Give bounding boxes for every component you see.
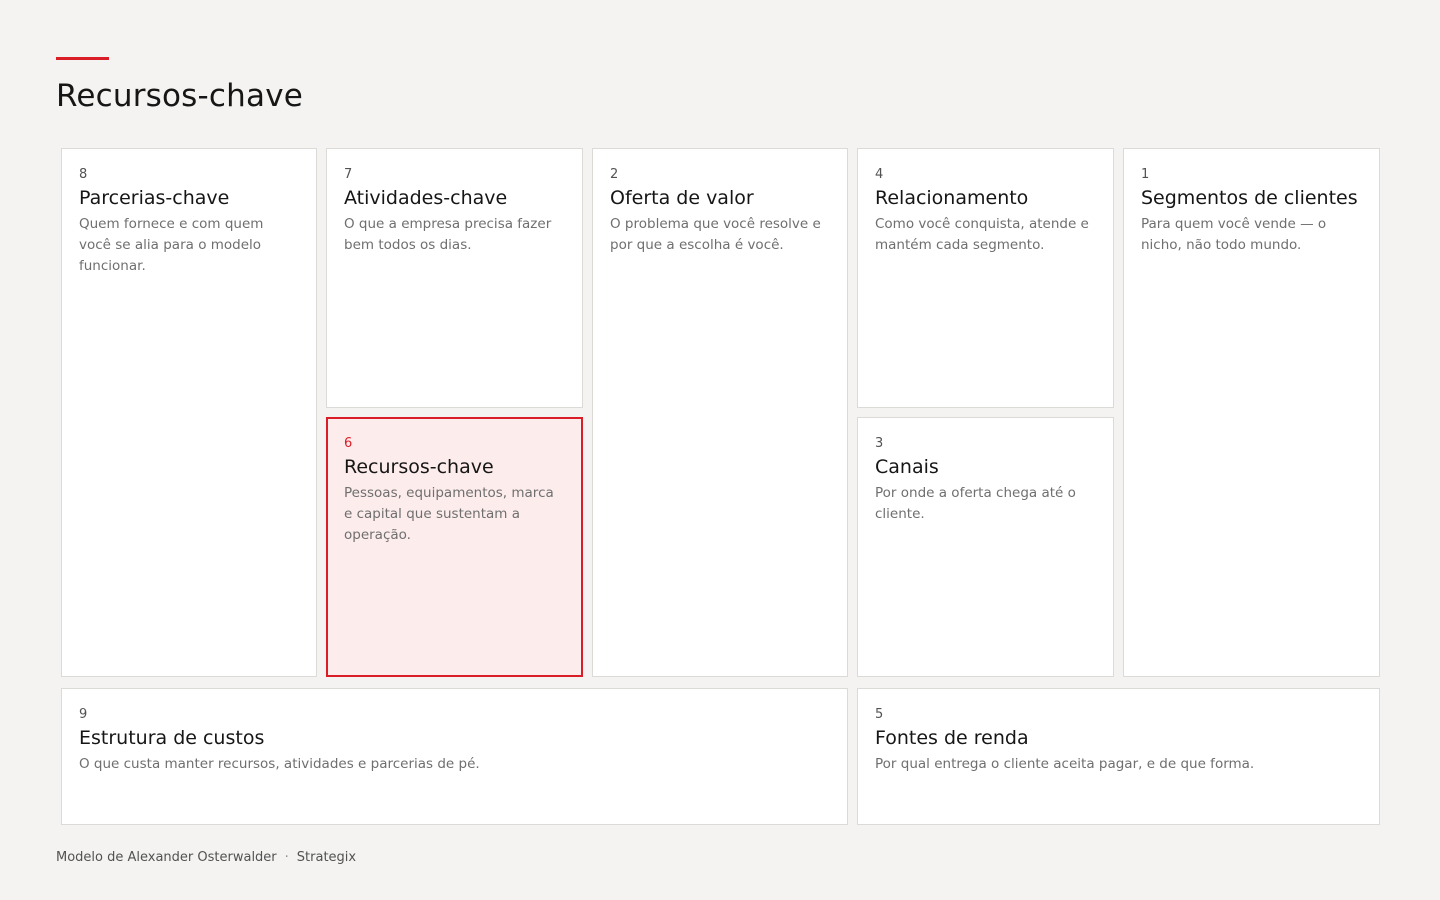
block-description: Por qual entrega o cliente aceita pagar,… xyxy=(875,756,1255,772)
block-title: Parcerias-chave xyxy=(79,187,230,209)
block-description: Como você conquista, atende e mantém cad… xyxy=(875,216,1089,253)
block-number: 7 xyxy=(344,167,353,182)
block-number: 9 xyxy=(79,707,88,722)
title-accent-bar xyxy=(56,57,109,60)
block-number: 8 xyxy=(79,167,88,182)
block-number: 5 xyxy=(875,707,884,722)
block-description: Pessoas, equipamentos, marca e capital q… xyxy=(344,485,554,543)
block-description: Por onde a oferta chega até o cliente. xyxy=(875,485,1076,522)
block-title: Oferta de valor xyxy=(610,187,754,209)
block-number: 6 xyxy=(344,436,353,451)
block-title: Relacionamento xyxy=(875,187,1029,209)
block-cost-structure[interactable]: 9 Estrutura de custos O que custa manter… xyxy=(61,688,848,825)
block-customer-segments[interactable]: 1 Segmentos de clientes Para quem você v… xyxy=(1123,148,1380,677)
footer-separator: · xyxy=(284,850,289,865)
page-title: Recursos-chave xyxy=(56,78,304,114)
block-description: Para quem você vende — o nicho, não todo… xyxy=(1141,216,1327,253)
block-number: 1 xyxy=(1141,167,1150,182)
footer: Modelo de Alexander Osterwalder · Strategi… xyxy=(56,850,356,866)
block-description: O que custa manter recursos, atividades … xyxy=(79,756,480,772)
block-value-proposition[interactable]: 2 Oferta de valor O problema que você re… xyxy=(592,148,848,677)
block-title: Canais xyxy=(875,456,939,478)
business-model-canvas: 8 Parcerias-chave Quem fornece e com que… xyxy=(61,148,1380,827)
block-number: 4 xyxy=(875,167,884,182)
block-revenue-streams[interactable]: 5 Fontes de renda Por qual entrega o cli… xyxy=(857,688,1380,825)
block-channels[interactable]: 3 Canais Por onde a oferta chega até o c… xyxy=(857,417,1114,677)
footer-credit: Modelo de Alexander Osterwalder xyxy=(56,850,277,865)
block-customer-relationships[interactable]: 4 Relacionamento Como você conquista, at… xyxy=(857,148,1114,408)
block-title: Fontes de renda xyxy=(875,727,1029,749)
block-key-partners[interactable]: 8 Parcerias-chave Quem fornece e com que… xyxy=(61,148,317,677)
block-title: Segmentos de clientes xyxy=(1141,187,1358,209)
block-title: Recursos-chave xyxy=(344,456,494,478)
block-number: 3 xyxy=(875,436,884,451)
block-description: O que a empresa precisa fazer bem todos … xyxy=(344,216,552,253)
block-key-resources[interactable]: 6 Recursos-chave Pessoas, equipamentos, … xyxy=(326,417,583,677)
block-description: Quem fornece e com quem você se alia par… xyxy=(79,216,264,274)
block-title: Estrutura de custos xyxy=(79,727,265,749)
block-key-activities[interactable]: 7 Atividades-chave O que a empresa preci… xyxy=(326,148,583,408)
block-description: O problema que você resolve e por que a … xyxy=(610,216,821,253)
block-number: 2 xyxy=(610,167,619,182)
footer-brand: Strategix xyxy=(296,850,357,865)
block-title: Atividades-chave xyxy=(344,187,508,209)
